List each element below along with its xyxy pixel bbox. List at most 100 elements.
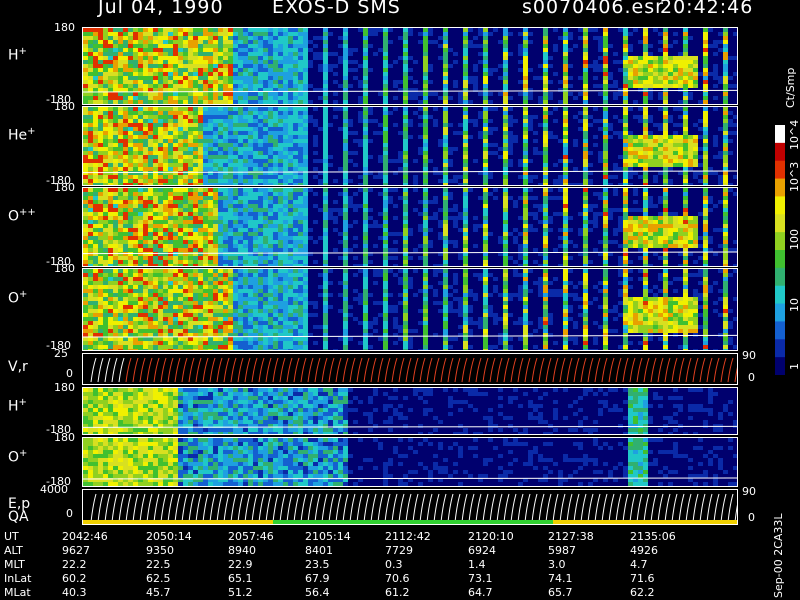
heatmap-cell	[343, 167, 348, 171]
heatmap-cell	[408, 228, 413, 232]
heatmap-cell	[563, 111, 568, 115]
heatmap-cell	[603, 36, 608, 40]
heatmap-cell	[583, 131, 588, 135]
heatmap-cell	[488, 92, 493, 96]
heatmap-cell	[268, 80, 273, 84]
heatmap-cell	[88, 84, 93, 88]
heatmap-cell	[218, 175, 223, 179]
heatmap-cell	[228, 56, 233, 60]
heatmap-cell	[518, 163, 523, 167]
heatmap-cell	[733, 72, 737, 76]
heatmap-cell	[138, 183, 143, 185]
heatmap-cell	[383, 36, 388, 40]
heatmap-cell	[103, 159, 108, 163]
heatmap-cell	[423, 240, 428, 244]
heatmap-cell	[233, 147, 238, 151]
heatmap-cell	[163, 143, 168, 147]
heatmap-cell	[218, 228, 223, 232]
heatmap-cell	[278, 28, 283, 32]
heatmap-cell	[158, 260, 163, 264]
heatmap-cell	[198, 119, 203, 123]
heatmap-cell	[133, 252, 138, 256]
heatmap-cell	[293, 56, 298, 60]
heatmap-cell	[463, 216, 468, 220]
heatmap-cell	[208, 204, 213, 208]
heatmap-cell	[628, 236, 633, 240]
heatmap-cell	[643, 88, 648, 92]
heatmap-cell	[343, 204, 348, 208]
heatmap-cell	[583, 76, 588, 80]
heatmap-cell	[98, 135, 103, 139]
heatmap-cell	[283, 127, 288, 131]
heatmap-cell	[548, 228, 553, 232]
heatmap-cell	[543, 111, 548, 115]
heatmap-cell	[263, 220, 268, 224]
heatmap-cell	[448, 216, 453, 220]
heatmap-cell	[128, 100, 133, 104]
heatmap-cell	[168, 212, 173, 216]
heatmap-cell	[208, 111, 213, 115]
heatmap-cell	[638, 228, 643, 232]
heatmap-cell	[143, 48, 148, 52]
heatmap-cell	[278, 252, 283, 256]
heatmap-cell	[248, 204, 253, 208]
heatmap-cell	[93, 36, 98, 40]
heatmap-cell	[443, 155, 448, 159]
heatmap-cell	[723, 40, 728, 44]
heatmap-cell	[478, 115, 483, 119]
heatmap-cell	[563, 139, 568, 143]
heatmap-cell	[453, 52, 458, 56]
heatmap-cell	[288, 216, 293, 220]
heatmap-cell	[418, 147, 423, 151]
heatmap-cell	[188, 135, 193, 139]
heatmap-cell	[238, 192, 243, 196]
heatmap-cell	[148, 228, 153, 232]
colorbar-swatch	[775, 250, 785, 269]
heatmap-cell	[423, 179, 428, 183]
heatmap-cell	[113, 115, 118, 119]
heatmap-cell	[213, 40, 218, 44]
heatmap-cell	[273, 127, 278, 131]
heatmap-cell	[168, 159, 173, 163]
heatmap-cell	[153, 175, 158, 179]
heatmap-cell	[258, 248, 263, 252]
heatmap-cell	[263, 48, 268, 52]
heatmap-cell	[98, 224, 103, 228]
heatmap-cell	[633, 100, 638, 104]
heatmap-cell	[473, 84, 478, 88]
heatmap-cell	[223, 84, 228, 88]
heatmap-cell	[483, 119, 488, 123]
heatmap-cell	[193, 228, 198, 232]
heatmap-cell	[453, 84, 458, 88]
heatmap-cell	[183, 212, 188, 216]
heatmap-cell	[258, 216, 263, 220]
heatmap-cell	[233, 131, 238, 135]
heatmap-cell	[263, 60, 268, 64]
heatmap-cell	[263, 208, 268, 212]
heatmap-cell	[193, 44, 198, 48]
heatmap-cell	[623, 135, 628, 139]
heatmap-cell	[303, 115, 308, 119]
heatmap-cell	[408, 68, 413, 72]
heatmap-cell	[653, 123, 658, 127]
heatmap-cell	[588, 208, 593, 212]
heatmap-cell	[88, 212, 93, 216]
heatmap-cell	[153, 200, 158, 204]
heatmap-cell	[273, 212, 278, 216]
heatmap-cell	[628, 84, 633, 88]
heatmap-cell	[668, 151, 673, 155]
heatmap-cell	[523, 244, 528, 248]
heatmap-cell	[558, 212, 563, 216]
heatmap-cell	[298, 28, 303, 32]
heatmap-cell	[543, 92, 548, 96]
heatmap-cell	[703, 68, 708, 72]
heatmap-cell	[153, 32, 158, 36]
heatmap-cell	[138, 44, 143, 48]
heatmap-cell	[343, 264, 348, 266]
heatmap-cell	[333, 179, 338, 183]
heatmap-cell	[178, 163, 183, 167]
heatmap-cell	[343, 119, 348, 123]
heatmap-cell	[643, 36, 648, 40]
heatmap-cell	[148, 244, 153, 248]
heatmap-cell	[408, 76, 413, 80]
